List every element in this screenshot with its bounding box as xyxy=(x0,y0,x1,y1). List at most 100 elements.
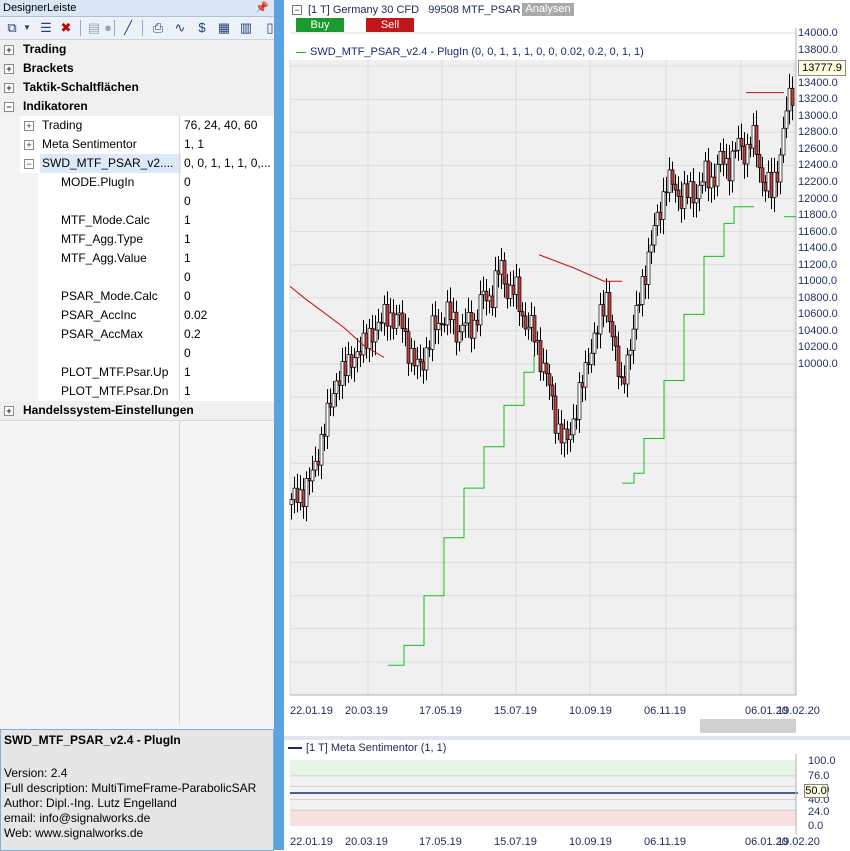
parameter-value[interactable]: 0.2 xyxy=(180,325,274,344)
indicator-row-trading[interactable]: + Trading 76, 24, 40, 60 xyxy=(0,116,274,136)
candle-body xyxy=(469,312,474,339)
delete-x-icon[interactable]: ✖ xyxy=(58,20,74,36)
printer-icon[interactable]: ⎙ xyxy=(150,20,166,36)
candle-body xyxy=(775,171,780,183)
candle-body xyxy=(607,292,612,322)
group-brackets[interactable]: + Brackets xyxy=(0,59,274,79)
parameter-row[interactable]: 0 xyxy=(0,344,274,364)
parameter-label: MTF_Agg.Value xyxy=(61,251,147,265)
indicator-value[interactable]: 0, 0, 1, 1, 1, 0,... xyxy=(180,154,274,173)
candle-body xyxy=(457,331,462,343)
candle-body xyxy=(352,357,357,368)
parameter-value[interactable]: 1 xyxy=(180,363,274,382)
parameter-value[interactable]: 0 xyxy=(180,192,274,211)
parameter-value[interactable]: 0 xyxy=(180,287,274,306)
parameter-row[interactable]: PSAR_AccInc 0.02 xyxy=(0,306,274,326)
parameter-value[interactable]: 1 xyxy=(180,382,274,401)
pane-separator xyxy=(284,736,850,740)
price-tick-label: 12000.0 xyxy=(798,192,838,205)
dollar-arrows-icon[interactable]: $ xyxy=(194,20,210,36)
candle-body xyxy=(448,301,453,320)
expand-plus-icon[interactable]: + xyxy=(24,121,34,131)
parameter-row[interactable]: PLOT_MTF.Psar.Up 1 xyxy=(0,363,274,383)
candle-body xyxy=(403,328,408,332)
pin-icon[interactable]: 📌 xyxy=(255,0,269,16)
collapse-minus-icon[interactable]: − xyxy=(24,159,34,169)
parameter-value[interactable]: 0 xyxy=(180,173,274,192)
group-trading[interactable]: + Trading xyxy=(0,40,274,60)
parameter-row[interactable]: PSAR_Mode.Calc 0 xyxy=(0,287,274,307)
sentimentor-value-tag: 50.0 xyxy=(804,784,828,798)
parameter-row[interactable]: MTF_Agg.Type 1 xyxy=(0,230,274,250)
candle-body xyxy=(562,428,567,444)
chart-scrollbar[interactable] xyxy=(700,719,796,733)
indicator-row-meta-sentimentor[interactable]: + Meta Sentimentor 1, 1 xyxy=(0,135,274,155)
parameter-value[interactable]: 1 xyxy=(180,230,274,249)
parameter-row[interactable]: MTF_Agg.Value 1 xyxy=(0,249,274,269)
collapse-minus-icon[interactable]: − xyxy=(292,5,302,16)
indent-gutter xyxy=(0,154,20,173)
price-tick-label: 11000.0 xyxy=(798,275,837,288)
parameter-row[interactable]: MTF_Mode.Calc 1 xyxy=(0,211,274,231)
price-tick-label: 13800.0 xyxy=(798,43,838,56)
expand-plus-icon[interactable]: + xyxy=(4,64,14,74)
bear-zone xyxy=(290,810,796,826)
description-author: Author: Dipl.-Ing. Lutz Engelland xyxy=(4,796,177,810)
indicator-value[interactable]: 76, 24, 40, 60 xyxy=(180,116,274,135)
candle-body xyxy=(406,331,411,364)
parameter-row[interactable]: 0 xyxy=(0,192,274,212)
candle-body xyxy=(670,169,675,185)
candle-body xyxy=(391,312,396,329)
candle-body xyxy=(427,347,432,350)
candle-body xyxy=(673,183,678,191)
parameter-row[interactable]: MODE.PlugIn 0 xyxy=(0,173,274,193)
candle-body xyxy=(310,469,315,482)
expand-plus-icon[interactable]: + xyxy=(4,83,14,93)
expand-plus-icon[interactable]: + xyxy=(4,406,14,416)
trend-icon[interactable]: ∿ xyxy=(172,20,188,36)
bull-zone xyxy=(290,760,796,776)
parameter-value[interactable]: 1 xyxy=(180,249,274,268)
chart-line-icon[interactable]: ╱ xyxy=(120,20,136,36)
parameter-value[interactable]: 0 xyxy=(180,268,274,287)
expand-plus-icon[interactable]: + xyxy=(24,140,34,150)
window-icon[interactable]: ⧉ xyxy=(4,20,20,36)
candle-body xyxy=(556,423,561,434)
expand-plus-icon[interactable]: + xyxy=(4,45,14,55)
candle-body xyxy=(754,124,759,155)
candle-body xyxy=(646,251,651,285)
price-tick-label: 13200.0 xyxy=(798,93,838,106)
candle-body xyxy=(466,312,471,324)
parameter-value[interactable]: 0.02 xyxy=(180,306,274,325)
parameter-value[interactable]: 0 xyxy=(180,344,274,363)
candle-body xyxy=(298,489,303,503)
group-indikatoren[interactable]: − Indikatoren xyxy=(0,97,274,117)
table-icon[interactable]: ▥ xyxy=(238,20,254,36)
candle-body xyxy=(790,87,795,106)
indicator-value[interactable]: 1, 1 xyxy=(180,135,274,154)
dropdown-arrow-icon[interactable]: ▼ xyxy=(22,20,32,36)
parameter-row[interactable]: PSAR_AccMax 0.2 xyxy=(0,325,274,345)
designer-panel: DesignerLeiste 📌 ⧉ ▼ ☰ ✖ ▤ ● ╱ ⎙ ∿ $ ▦ ▥… xyxy=(0,0,274,851)
candle-body xyxy=(697,184,702,200)
analysen-button[interactable]: Analysen xyxy=(522,3,574,16)
candle-body xyxy=(349,354,354,368)
grid-icon[interactable]: ▦ xyxy=(216,20,232,36)
parameter-value[interactable]: 1 xyxy=(180,211,274,230)
indicator-row-swd-mtf-psar[interactable]: − SWD_MTF_PSAR_v2.... 0, 0, 1, 1, 1, 0,.… xyxy=(0,154,274,174)
parameter-label: PSAR_AccInc xyxy=(61,308,137,322)
sell-button[interactable]: Sell xyxy=(366,18,414,32)
list-icon[interactable]: ☰ xyxy=(38,20,54,36)
indent-gutter xyxy=(0,306,38,325)
column-separator xyxy=(179,420,180,725)
buy-button[interactable]: Buy xyxy=(296,18,344,32)
candle-body xyxy=(481,290,486,296)
parameter-row[interactable]: PLOT_MTF.Psar.Dn 1 xyxy=(0,382,274,402)
candle-body xyxy=(610,321,615,338)
collapse-minus-icon[interactable]: − xyxy=(4,102,14,112)
group-handelssystem[interactable]: + Handelssystem-Einstellungen xyxy=(0,401,274,421)
candle-body xyxy=(664,191,669,194)
panel-splitter[interactable] xyxy=(274,0,284,850)
parameter-row[interactable]: 0 xyxy=(0,268,274,288)
group-taktik[interactable]: + Taktik-Schaltflächen xyxy=(0,78,274,98)
